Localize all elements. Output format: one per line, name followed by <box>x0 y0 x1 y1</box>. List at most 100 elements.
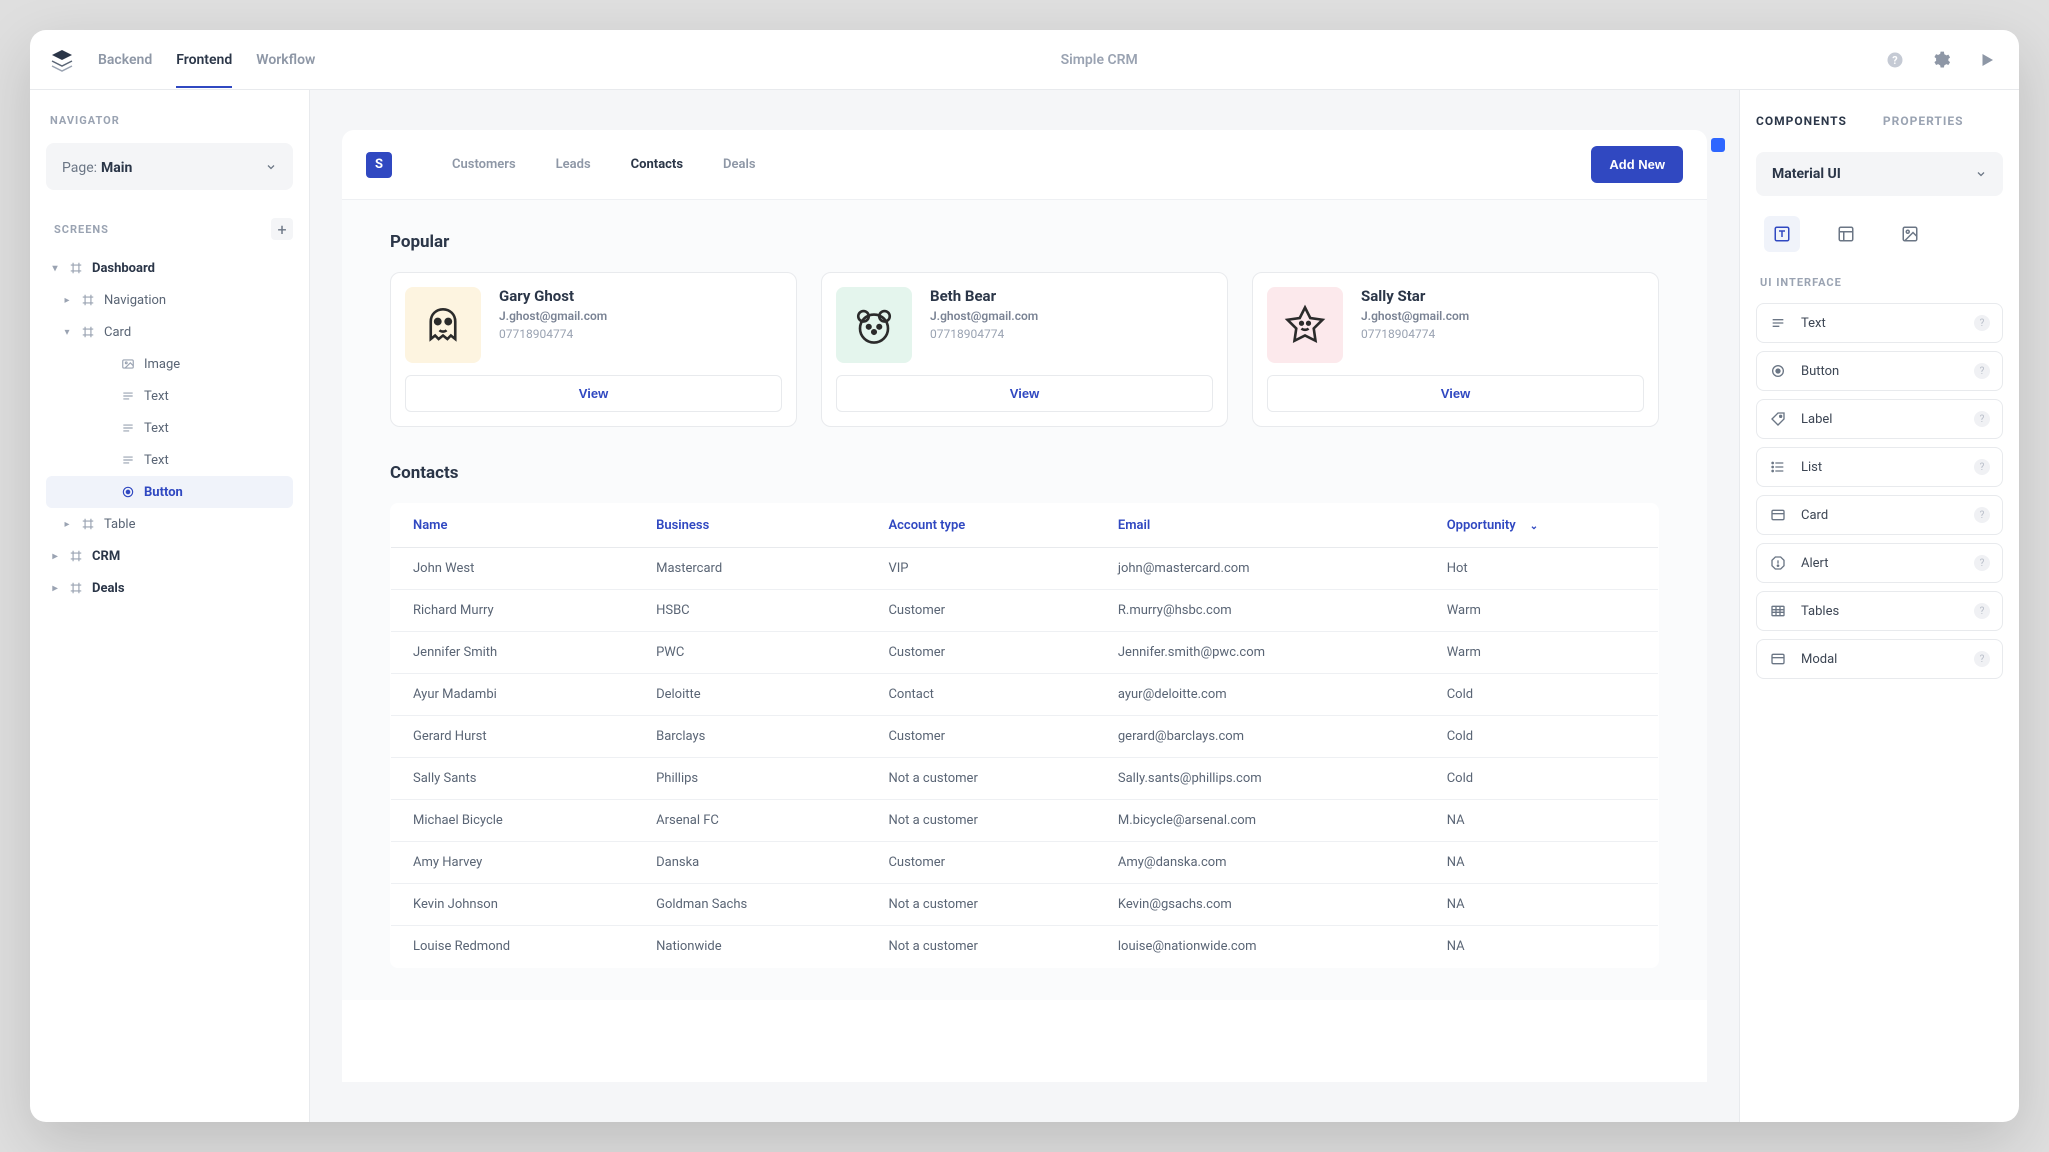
frame-icon <box>68 548 84 564</box>
preview-tab-customers[interactable]: Customers <box>452 157 516 172</box>
navigator-label: NAVIGATOR <box>46 114 293 127</box>
table-cell: NA <box>1425 800 1659 842</box>
top-tab-frontend[interactable]: Frontend <box>176 32 232 88</box>
table-cell: Jennifer Smith <box>391 632 635 674</box>
image-icon <box>120 356 136 372</box>
component-item-button[interactable]: Button ? <box>1756 351 2003 391</box>
card-icon <box>1769 506 1787 524</box>
table-row[interactable]: Gerard HurstBarclaysCustomergerard@barcl… <box>391 716 1659 758</box>
table-row[interactable]: Richard MurryHSBCCustomerR.murry@hsbc.co… <box>391 590 1659 632</box>
component-item-list[interactable]: List ? <box>1756 447 2003 487</box>
tree-item-crm[interactable]: ▸CRM <box>46 540 293 572</box>
table-cell: PWC <box>634 632 866 674</box>
component-label: Tables <box>1801 604 1960 619</box>
play-icon[interactable] <box>1975 48 1999 72</box>
table-cell: Customer <box>866 590 1095 632</box>
table-cell: Cold <box>1425 758 1659 800</box>
tree-item-deals[interactable]: ▸Deals <box>46 572 293 604</box>
library-selector[interactable]: Material UI <box>1756 152 2003 196</box>
caret-right-icon: ▸ <box>62 295 72 306</box>
profile-name: Beth Bear <box>930 287 1038 305</box>
app-logo <box>50 48 74 72</box>
image-mode-icon[interactable] <box>1892 216 1928 252</box>
text-mode-icon[interactable] <box>1764 216 1800 252</box>
popular-cards: Gary Ghost J.ghost@gmail.com 07718904774… <box>390 272 1659 427</box>
preview-navbar: S CustomersLeadsContactsDeals Add New <box>342 130 1707 200</box>
tree-item-text[interactable]: Text <box>46 412 293 444</box>
table-row[interactable]: Jennifer SmithPWCCustomerJennifer.smith@… <box>391 632 1659 674</box>
table-cell: Michael Bicycle <box>391 800 635 842</box>
screens-label: SCREENS <box>50 223 109 236</box>
settings-icon[interactable] <box>1929 48 1953 72</box>
view-button[interactable]: View <box>836 375 1213 412</box>
table-cell: Sally Sants <box>391 758 635 800</box>
component-item-card[interactable]: Card ? <box>1756 495 2003 535</box>
table-row[interactable]: John WestMastercardVIPjohn@mastercard.co… <box>391 548 1659 590</box>
tree-item-table[interactable]: ▸Table <box>46 508 293 540</box>
ui-interface-label: UI INTERFACE <box>1756 276 2003 289</box>
modal-icon <box>1769 650 1787 668</box>
preview-tab-leads[interactable]: Leads <box>556 157 591 172</box>
table-header-opportunity[interactable]: Opportunity⌄ <box>1425 504 1659 548</box>
right-tab-components[interactable]: COMPONENTS <box>1756 114 1847 128</box>
layout-mode-icon[interactable] <box>1828 216 1864 252</box>
table-cell: Amy@danska.com <box>1096 842 1425 884</box>
preview-tab-deals[interactable]: Deals <box>723 157 756 172</box>
table-cell: NA <box>1425 884 1659 926</box>
table-row[interactable]: Louise RedmondNationwideNot a customerlo… <box>391 926 1659 968</box>
table-row[interactable]: Amy HarveyDanskaCustomerAmy@danska.comNA <box>391 842 1659 884</box>
table-cell: Richard Murry <box>391 590 635 632</box>
page-selector[interactable]: Page: Main <box>46 143 293 190</box>
table-cell: louise@nationwide.com <box>1096 926 1425 968</box>
tree-item-navigation[interactable]: ▸Navigation <box>46 284 293 316</box>
add-screen-button[interactable]: + <box>271 218 293 240</box>
canvas[interactable]: S CustomersLeadsContactsDeals Add New Po… <box>310 90 1739 1122</box>
help-badge-icon: ? <box>1974 651 1990 667</box>
component-item-text[interactable]: Text ? <box>1756 303 2003 343</box>
frame-icon <box>68 260 84 276</box>
help-icon[interactable]: ? <box>1883 48 1907 72</box>
table-icon <box>1769 602 1787 620</box>
tree-item-image[interactable]: Image <box>46 348 293 380</box>
table-cell: Danska <box>634 842 866 884</box>
top-tab-backend[interactable]: Backend <box>98 32 152 88</box>
table-cell: Amy Harvey <box>391 842 635 884</box>
tree-item-label: Deals <box>92 581 125 596</box>
components-panel: COMPONENTS PROPERTIES Material UI UI INTE… <box>1739 90 2019 1122</box>
component-item-modal[interactable]: Modal ? <box>1756 639 2003 679</box>
table-cell: Jennifer.smith@pwc.com <box>1096 632 1425 674</box>
tree-item-text[interactable]: Text <box>46 380 293 412</box>
tree-item-label: CRM <box>92 549 120 564</box>
table-header-business[interactable]: Business <box>634 504 866 548</box>
navigator-panel: NAVIGATOR Page: Main SCREENS + ▾Dashboar… <box>30 90 310 1122</box>
view-button[interactable]: View <box>405 375 782 412</box>
right-tab-properties[interactable]: PROPERTIES <box>1883 114 1964 128</box>
help-badge-icon: ? <box>1974 315 1990 331</box>
profile-card: Gary Ghost J.ghost@gmail.com 07718904774… <box>390 272 797 427</box>
add-new-button[interactable]: Add New <box>1591 146 1683 183</box>
table-header-account-type[interactable]: Account type <box>866 504 1095 548</box>
contacts-table: NameBusinessAccount typeEmailOpportunity… <box>390 503 1659 968</box>
table-header-name[interactable]: Name <box>391 504 635 548</box>
tree-item-text[interactable]: Text <box>46 444 293 476</box>
preview-tab-contacts[interactable]: Contacts <box>631 157 683 172</box>
tree-item-button[interactable]: Button <box>46 476 293 508</box>
ghost-icon <box>405 287 481 363</box>
table-row[interactable]: Ayur MadambiDeloitteContactayur@deloitte… <box>391 674 1659 716</box>
table-header-email[interactable]: Email <box>1096 504 1425 548</box>
table-cell: Deloitte <box>634 674 866 716</box>
selection-handle[interactable] <box>1711 138 1725 152</box>
tree-item-dashboard[interactable]: ▾Dashboard <box>46 252 293 284</box>
table-cell: Cold <box>1425 674 1659 716</box>
tree-item-card[interactable]: ▾Card <box>46 316 293 348</box>
table-row[interactable]: Sally SantsPhillipsNot a customerSally.s… <box>391 758 1659 800</box>
view-button[interactable]: View <box>1267 375 1644 412</box>
table-cell: ayur@deloitte.com <box>1096 674 1425 716</box>
top-tab-workflow[interactable]: Workflow <box>256 32 315 88</box>
component-item-tables[interactable]: Tables ? <box>1756 591 2003 631</box>
component-label: Modal <box>1801 652 1960 667</box>
component-item-alert[interactable]: Alert ? <box>1756 543 2003 583</box>
component-item-label[interactable]: Label ? <box>1756 399 2003 439</box>
table-row[interactable]: Michael BicycleArsenal FCNot a customerM… <box>391 800 1659 842</box>
table-row[interactable]: Kevin JohnsonGoldman SachsNot a customer… <box>391 884 1659 926</box>
